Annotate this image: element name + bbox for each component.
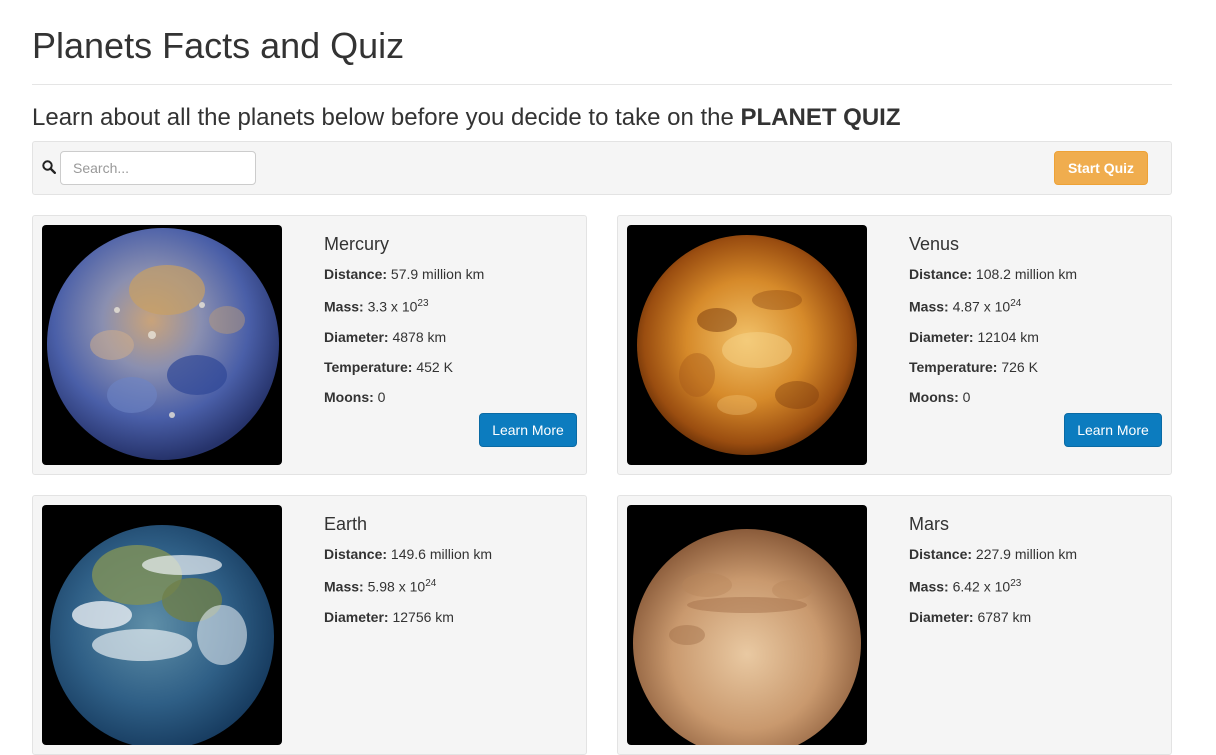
fact-label: Moons: xyxy=(909,388,959,405)
fact-value: 6787 km xyxy=(977,608,1032,625)
fact-distance: Distance: 149.6 million km xyxy=(324,544,574,564)
fact-value: 12104 km xyxy=(977,328,1039,345)
planet-facts-mercury: Mercury Distance: 57.9 million km Mass: … xyxy=(324,232,574,417)
fact-value: 6.42 x 10 xyxy=(952,578,1011,595)
planet-facts-mars: Mars Distance: 227.9 million km Mass: 6.… xyxy=(909,512,1159,637)
fact-label: Distance: xyxy=(324,266,388,282)
fact-label: Temperature: xyxy=(324,358,413,375)
planet-name: Mars xyxy=(909,514,949,534)
fact-value: 4878 km xyxy=(392,328,447,345)
fact-label: Distance: xyxy=(909,266,973,282)
fact-distance: Distance: 227.9 million km xyxy=(909,544,1159,564)
fact-label: Mass: xyxy=(324,298,364,315)
fact-label: Mass: xyxy=(909,578,949,595)
fact-value: 12756 km xyxy=(392,608,454,625)
fact-label: Diameter: xyxy=(324,608,389,625)
fact-diameter: Diameter: 6787 km xyxy=(909,607,1159,627)
search-icon xyxy=(42,160,57,175)
planet-name: Venus xyxy=(909,234,960,254)
fact-value: 108.2 million km xyxy=(975,266,1078,282)
search-toolbar: Start Quiz xyxy=(32,141,1172,195)
fact-label: Distance: xyxy=(324,546,388,562)
page-title: Planets Facts and Quiz xyxy=(32,25,405,66)
fact-label: Mass: xyxy=(909,298,949,315)
planet-card-mars: Mars Distance: 227.9 million km Mass: 6.… xyxy=(617,495,1172,755)
fact-label: Distance: xyxy=(909,546,973,562)
fact-label: Diameter: xyxy=(909,608,974,625)
fact-diameter: Diameter: 12104 km xyxy=(909,327,1159,347)
fact-value: 726 K xyxy=(1001,358,1038,375)
fact-distance: Distance: 57.9 million km xyxy=(324,264,574,284)
planet-name: Mercury xyxy=(324,234,390,254)
page-subtitle: Learn about all the planets below before… xyxy=(32,101,901,135)
planet-facts-venus: Venus Distance: 108.2 million km Mass: 4… xyxy=(909,232,1159,417)
fact-exponent: 24 xyxy=(1010,298,1022,309)
start-quiz-button[interactable]: Start Quiz xyxy=(1054,151,1148,185)
subtitle-quiz-name: PLANET QUIZ xyxy=(740,104,901,131)
fact-value: 0 xyxy=(377,388,386,405)
fact-label: Mass: xyxy=(324,578,364,595)
fact-mass: Mass: 5.98 x 1024 xyxy=(324,574,574,597)
planet-card-venus: Venus Distance: 108.2 million km Mass: 4… xyxy=(617,215,1172,475)
fact-mass: Mass: 4.87 x 1024 xyxy=(909,294,1159,317)
fact-label: Moons: xyxy=(324,388,374,405)
fact-value: 149.6 million km xyxy=(390,546,493,562)
fact-label: Diameter: xyxy=(909,328,974,345)
fact-distance: Distance: 108.2 million km xyxy=(909,264,1159,284)
fact-diameter: Diameter: 12756 km xyxy=(324,607,574,627)
search-input[interactable] xyxy=(60,151,256,185)
fact-label: Diameter: xyxy=(324,328,389,345)
fact-value: 0 xyxy=(962,388,971,405)
fact-exponent: 23 xyxy=(1010,578,1022,589)
fact-value: 227.9 million km xyxy=(975,546,1078,562)
fact-exponent: 24 xyxy=(425,578,437,589)
fact-temperature: Temperature: 452 K xyxy=(324,357,574,377)
planet-image-venus xyxy=(627,225,867,465)
fact-value: 3.3 x 10 xyxy=(367,298,418,315)
fact-value: 5.98 x 10 xyxy=(367,578,426,595)
planet-card-earth: Earth Distance: 149.6 million km Mass: 5… xyxy=(32,495,587,755)
learn-more-button-venus[interactable]: Learn More xyxy=(1064,413,1162,447)
planet-name: Earth xyxy=(324,514,368,534)
fact-value: 57.9 million km xyxy=(390,266,485,282)
fact-label: Temperature: xyxy=(909,358,998,375)
fact-exponent: 23 xyxy=(417,298,429,309)
planet-image-mars xyxy=(627,505,867,745)
planet-image-mercury xyxy=(42,225,282,465)
learn-more-button-mercury[interactable]: Learn More xyxy=(479,413,577,447)
fact-moons: Moons: 0 xyxy=(324,387,574,407)
planet-image-earth xyxy=(42,505,282,745)
subtitle-text: Learn about all the planets below before… xyxy=(32,104,734,131)
planet-facts-earth: Earth Distance: 149.6 million km Mass: 5… xyxy=(324,512,574,637)
title-divider xyxy=(32,84,1172,85)
fact-mass: Mass: 6.42 x 1023 xyxy=(909,574,1159,597)
fact-value: 452 K xyxy=(416,358,453,375)
fact-moons: Moons: 0 xyxy=(909,387,1159,407)
fact-temperature: Temperature: 726 K xyxy=(909,357,1159,377)
planet-card-mercury: Mercury Distance: 57.9 million km Mass: … xyxy=(32,215,587,475)
fact-mass: Mass: 3.3 x 1023 xyxy=(324,294,574,317)
fact-value: 4.87 x 10 xyxy=(952,298,1011,315)
fact-diameter: Diameter: 4878 km xyxy=(324,327,574,347)
